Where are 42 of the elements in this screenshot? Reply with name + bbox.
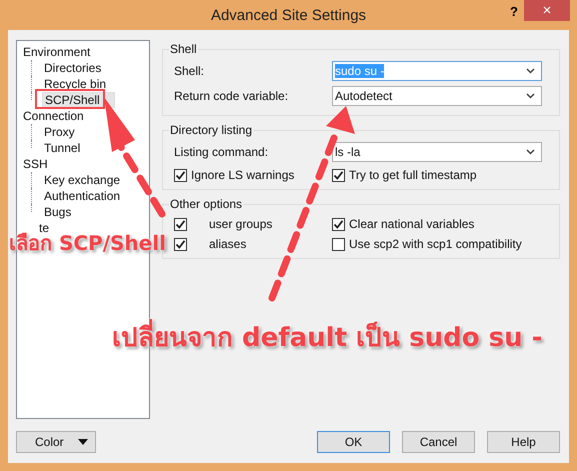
window-title: Advanced Site Settings [210, 6, 366, 24]
checkbox[interactable] [174, 218, 187, 230]
checkbox[interactable] [332, 168, 345, 182]
chevron-icon [526, 92, 535, 98]
combo-box[interactable]: ls -la [332, 142, 542, 162]
tree-item[interactable]: Directories [42, 61, 104, 75]
highlight-frame [35, 89, 105, 109]
checkbox-label: Try to get full timestamp [349, 168, 477, 182]
field-label: Listing command: [173, 144, 270, 158]
checkbox[interactable] [332, 238, 345, 250]
tree-item[interactable]: Recycle bin [42, 77, 108, 91]
dropdown-arrow-icon [78, 439, 88, 445]
tree-item[interactable]: Environment [21, 45, 92, 59]
checkbox[interactable] [174, 168, 187, 182]
group-title: Shell [169, 42, 198, 56]
group-title: Directory listing [169, 123, 254, 137]
checkbox-label: Use scp2 with scp1 compatibility [349, 237, 522, 251]
checkbox[interactable] [332, 218, 345, 230]
tree-item[interactable]: SSH [21, 157, 50, 171]
tree-item[interactable]: Bugs [42, 205, 74, 219]
chevron-icon [526, 68, 535, 74]
tree-item[interactable]: Connection [21, 109, 86, 123]
field-label: Shell: [173, 64, 206, 78]
group-title: Other options [169, 197, 244, 211]
tree-item[interactable]: Tunnel [42, 141, 82, 155]
chevron-icon [526, 148, 535, 154]
help-button[interactable]: ? [506, 4, 522, 19]
field-label: Return code variable: [173, 88, 290, 102]
dialog-button[interactable]: Cancel [402, 431, 475, 453]
close-button[interactable]: × [524, 0, 570, 21]
dialog-button[interactable]: OK [317, 431, 390, 453]
color-dropdown-button[interactable]: Color [16, 431, 96, 453]
checkbox-label: Ignore LS warnings [191, 168, 294, 182]
tree-item[interactable]: Proxy [42, 125, 77, 139]
tree-item[interactable]: Authentication [42, 189, 122, 203]
tree-item[interactable]: Key exchange [42, 173, 122, 187]
dialog-button[interactable]: Help [487, 431, 560, 453]
checkbox-label: user groups [208, 217, 272, 231]
checkbox-label: Clear national variables [349, 217, 474, 231]
combo-box[interactable]: Autodetect [332, 86, 542, 106]
checkbox-label: aliases [208, 237, 246, 251]
checkbox[interactable] [174, 238, 187, 250]
